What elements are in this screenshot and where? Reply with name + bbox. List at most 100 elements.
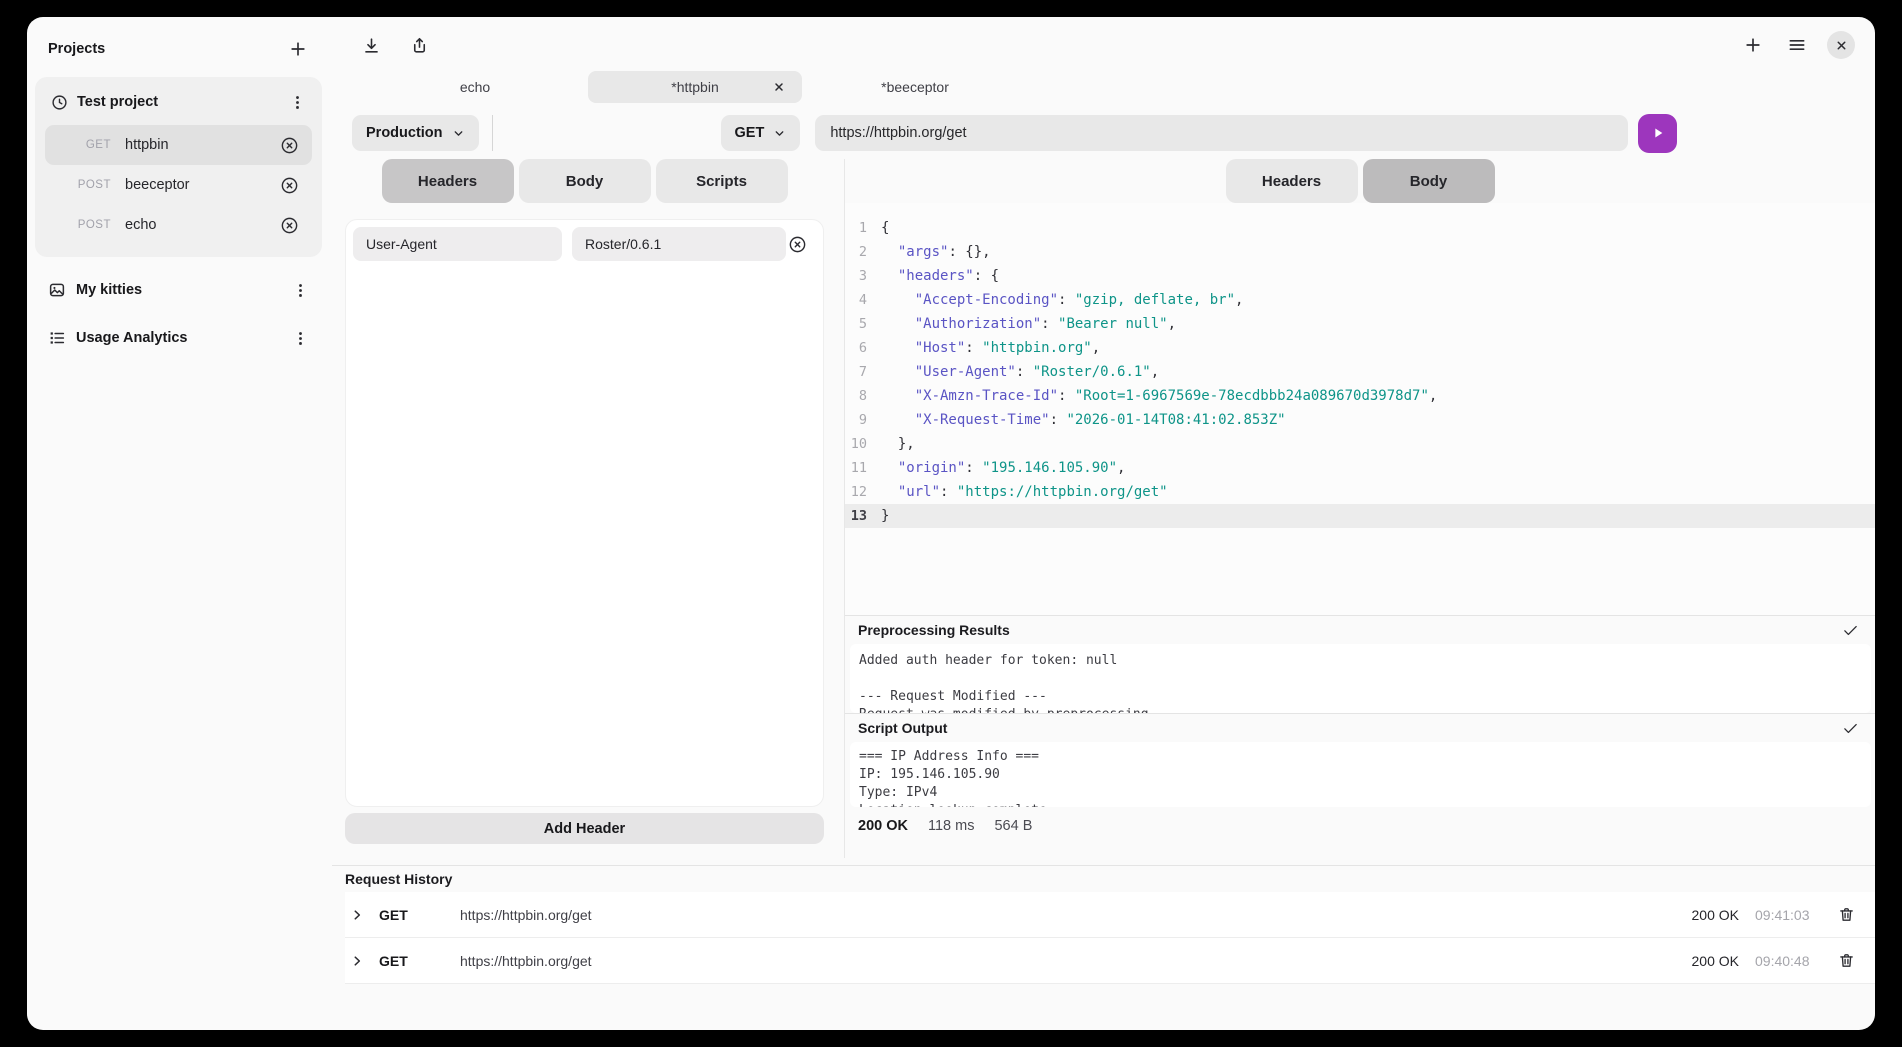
project-menu-button[interactable]	[286, 91, 308, 113]
add-header-button[interactable]: Add Header	[345, 813, 824, 844]
request-tab[interactable]: *beeceptor	[808, 71, 1022, 103]
line-number: 4	[845, 288, 881, 312]
export-button[interactable]	[405, 31, 433, 59]
method-dropdown[interactable]: GET	[721, 115, 801, 151]
sidebar: Projects Test project GET httpbin POST b…	[27, 17, 332, 1030]
request-history-title: Request History	[345, 866, 1875, 892]
output-line: Request was modified by preprocessing	[850, 706, 1871, 713]
code-text: "headers": {	[881, 264, 999, 288]
projects-title: Projects	[48, 41, 105, 57]
expand-row-button[interactable]	[347, 908, 367, 922]
header-value-input[interactable]	[572, 227, 786, 261]
remove-request-button[interactable]	[278, 214, 300, 236]
code-text: "X-Request-Time": "2026-01-14T08:41:02.8…	[881, 408, 1286, 432]
output-line: Added auth header for token: null	[850, 652, 1871, 670]
response-panel-tabs: HeadersBody	[845, 159, 1875, 203]
tab-strip: echo *httpbin *beeceptor	[332, 67, 1875, 107]
request-bar: Production GET	[332, 107, 1875, 159]
panel-tab[interactable]: Scripts	[656, 159, 788, 203]
trash-icon	[1838, 952, 1855, 969]
chevron-right-icon	[350, 954, 364, 968]
remove-request-button[interactable]	[278, 134, 300, 156]
circle-x-icon	[788, 235, 807, 254]
script-output-section: Script Output === IP Address Info ===IP:…	[845, 713, 1875, 807]
sidebar-section-label: Usage Analytics	[76, 330, 289, 346]
tab-label: echo	[460, 79, 490, 95]
output-line: IP: 195.146.105.90	[850, 766, 1871, 784]
window-close-button[interactable]	[1827, 31, 1855, 59]
image-icon	[48, 281, 66, 299]
sidebar-section-label: My kitties	[76, 282, 289, 298]
add-project-button[interactable]	[284, 35, 312, 63]
code-text: "Authorization": "Bearer null",	[881, 312, 1176, 336]
tab-label: *beeceptor	[881, 79, 949, 95]
send-request-button[interactable]	[1638, 114, 1677, 153]
preprocessing-output: Added auth header for token: null --- Re…	[850, 644, 1871, 713]
remove-request-button[interactable]	[278, 174, 300, 196]
project-request-list: GET httpbin POST beeceptor POST echo	[45, 125, 312, 245]
code-text: "Accept-Encoding": "gzip, deflate, br",	[881, 288, 1243, 312]
sidebar-section[interactable]: My kitties	[27, 275, 332, 305]
request-name: echo	[125, 217, 278, 233]
delete-history-button[interactable]	[1835, 904, 1857, 926]
history-time: 09:41:03	[1755, 907, 1817, 923]
panel-tab[interactable]: Body	[519, 159, 651, 203]
request-tab[interactable]: *httpbin	[588, 71, 802, 103]
code-text: "url": "https://httpbin.org/get"	[881, 480, 1168, 504]
section-menu-button[interactable]	[289, 279, 311, 301]
delete-history-button[interactable]	[1835, 950, 1857, 972]
response-time: 118 ms	[928, 818, 974, 834]
sidebar-request-item[interactable]: GET httpbin	[45, 125, 312, 165]
sidebar-section[interactable]: Usage Analytics	[27, 323, 332, 353]
panel-tab[interactable]: Body	[1363, 159, 1495, 203]
code-line: 2 "args": {},	[845, 240, 1875, 264]
request-name: httpbin	[125, 137, 278, 153]
environment-dropdown[interactable]: Production	[352, 115, 479, 151]
history-row[interactable]: GET https://httpbin.org/get 200 OK 09:41…	[345, 892, 1875, 938]
app-menu-button[interactable]	[1783, 31, 1811, 59]
code-line: 1 {	[845, 216, 1875, 240]
remove-header-button[interactable]	[786, 233, 808, 255]
history-method: GET	[379, 953, 425, 969]
response-size: 564 B	[994, 818, 1032, 834]
import-button[interactable]	[357, 31, 385, 59]
share-icon	[410, 36, 429, 55]
download-icon	[362, 36, 381, 55]
line-number: 1	[845, 216, 881, 240]
close-icon	[773, 81, 785, 93]
request-history: Request History GET https://httpbin.org/…	[332, 865, 1875, 984]
close-tab-button[interactable]	[770, 78, 788, 96]
code-text: },	[881, 432, 915, 456]
chevron-down-icon	[773, 127, 786, 140]
section-menu-button[interactable]	[289, 327, 311, 349]
chevron-right-icon	[350, 908, 364, 922]
trash-icon	[1838, 906, 1855, 923]
environment-label: Production	[366, 125, 443, 141]
header-key-input[interactable]	[353, 227, 562, 261]
history-row[interactable]: GET https://httpbin.org/get 200 OK 09:40…	[345, 938, 1875, 984]
app-window: Projects Test project GET httpbin POST b…	[27, 17, 1875, 1030]
top-toolbar	[332, 17, 1875, 67]
request-tab[interactable]: echo	[368, 71, 582, 103]
project-group-header[interactable]: Test project	[45, 87, 312, 117]
output-line: Location lookup complete	[850, 802, 1871, 807]
code-line: 8 "X-Amzn-Trace-Id": "Root=1-6967569e-78…	[845, 384, 1875, 408]
url-input[interactable]	[815, 115, 1628, 151]
code-line: 10 },	[845, 432, 1875, 456]
check-icon	[1842, 622, 1859, 639]
expand-row-button[interactable]	[347, 954, 367, 968]
panel-tab[interactable]: Headers	[1226, 159, 1358, 203]
line-number: 3	[845, 264, 881, 288]
panel-tab[interactable]: Headers	[382, 159, 514, 203]
new-tab-button[interactable]	[1739, 31, 1767, 59]
panels: HeadersBodyScripts Add Header HeadersBod…	[332, 159, 1875, 858]
sidebar-request-item[interactable]: POST beeceptor	[45, 165, 312, 205]
sidebar-sections: My kitties Usage Analytics	[27, 275, 332, 353]
preprocessing-section: Preprocessing Results Added auth header …	[845, 615, 1875, 713]
output-line	[850, 670, 1871, 688]
sidebar-request-item[interactable]: POST echo	[45, 205, 312, 245]
history-url: https://httpbin.org/get	[460, 907, 592, 923]
history-time: 09:40:48	[1755, 953, 1817, 969]
response-body-editor[interactable]: 1 { 2 "args": {}, 3 "headers": { 4 "Acce…	[845, 203, 1875, 615]
header-row	[353, 227, 816, 261]
